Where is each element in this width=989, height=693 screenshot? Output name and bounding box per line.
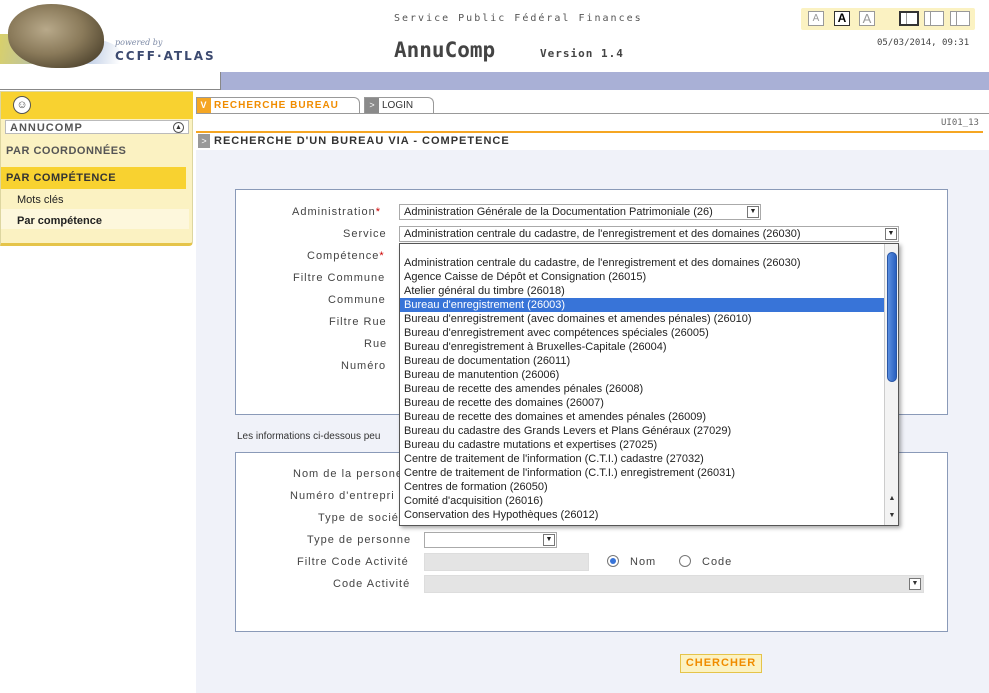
rue-label: Rue [364,338,388,350]
code-activite-select[interactable]: ▼ [424,575,924,593]
sidebar-section-title: ANNUCOMP [10,122,83,134]
sidebar-item-par-coordonnees[interactable]: PAR COORDONNÉES [6,145,126,157]
tab-label: LOGIN [382,100,414,111]
dropdown-option[interactable]: Agence Caisse de Dépôt et Consignation (… [400,270,884,284]
service-select[interactable]: Administration centrale du cadastre, de … [399,226,899,242]
dropdown-option[interactable]: Conservation des Hypothèques (26012) [400,508,884,522]
administration-select[interactable]: Administration Générale de la Documentat… [399,204,761,220]
dropdown-scrollbar[interactable]: ▲ ▼ [884,244,898,525]
page-code: UI01_13 [941,118,979,128]
commune-label: Commune [328,294,386,306]
service-value: Administration centrale du cadastre, de … [404,228,801,240]
nom-personne-label: Nom de la persone [293,468,403,480]
user-icon[interactable]: ☺ [13,96,31,114]
chevron-down-icon[interactable]: ▼ [747,206,759,218]
tab-chevron-icon: V [197,98,211,113]
org-name: CCFF·ATLAS [115,49,216,63]
numero-entreprise-label: Numéro d'entrepri [290,490,395,502]
tab-recherche-bureau[interactable]: V RECHERCHE BUREAU [196,97,360,113]
ccff-atlas-logo[interactable]: powered by CCFF·ATLAS [0,0,230,72]
title-arrow-icon: > [198,134,210,148]
dropdown-option[interactable]: Bureau d'enregistrement à Bruxelles-Capi… [400,340,884,354]
tab-divider [196,113,989,114]
sidebar-section-annucomp[interactable]: ANNUCOMP ▲ [5,120,189,134]
font-small-button[interactable]: A [808,11,824,26]
dropdown-option[interactable]: Bureau de recette des domaines et amende… [400,410,884,424]
font-medium-button[interactable]: A [834,11,850,26]
layout-narrow-icon[interactable] [899,11,919,26]
search-button[interactable]: CHERCHER [680,654,762,673]
dropdown-option[interactable]: Bureau d'enregistrement (avec domaines e… [400,312,884,326]
sidebar-user-bar: ☺ [1,92,193,119]
type-personne-label: Type de personne [307,534,412,546]
dropdown-option[interactable]: Bureau de documentation (26011) [400,354,884,368]
numero-label: Numéro [341,360,387,372]
filtre-commune-label: Filtre Commune [293,272,386,284]
dropdown-option[interactable]: Centres de formation (26050) [400,480,884,494]
chevron-down-icon[interactable]: ▼ [543,534,555,546]
chevron-down-icon[interactable]: ▼ [909,578,921,590]
title-rule [196,131,983,133]
dropdown-option[interactable]: Bureau d'enregistrement avec compétences… [400,326,884,340]
filtre-code-activite-input[interactable] [424,553,589,571]
layout-wide-icon[interactable] [950,11,970,26]
dropdown-option[interactable]: Bureau de recette des domaines (26007) [400,396,884,410]
dropdown-option[interactable]: Atelier général du timbre (26018) [400,284,884,298]
service-name: Service Public Fédéral Finances [394,13,643,24]
filtre-code-activite-label: Filtre Code Activité [297,556,409,568]
dropdown-option[interactable]: Bureau de recette des amendes pénales (2… [400,382,884,396]
scrollbar-thumb[interactable] [887,252,897,382]
type-societe-label: Type de socié [318,512,399,524]
administration-label: Administration* [292,206,381,218]
dropdown-option[interactable]: Administration centrale du cadastre, de … [400,256,884,270]
scroll-up-icon[interactable]: ▲ [886,493,898,505]
radio-nom[interactable] [607,555,619,567]
info-text: Les informations ci-dessous peu [237,431,381,442]
sidebar-subitem-mots-cles[interactable]: Mots clés [17,194,63,206]
radio-code-label: Code [702,556,733,568]
service-dropdown-list[interactable]: Administration centrale du cadastre, de … [399,243,899,526]
administration-value: Administration Générale de la Documentat… [404,206,713,218]
current-datetime: 05/03/2014, 09:31 [877,38,970,48]
dropdown-option[interactable]: Comité d'acquisition (26016) [400,494,884,508]
sidebar-subitem-par-competence[interactable]: Par compétence [17,215,102,227]
powered-by-label: powered by [115,38,163,47]
radio-code[interactable] [679,555,691,567]
dropdown-option[interactable]: Centre de traitement de l'information (C… [400,452,884,466]
dropdown-option[interactable]: Bureau du cadastre mutations et expertis… [400,438,884,452]
service-label: Service [343,228,387,240]
filtre-rue-label: Filtre Rue [329,316,387,328]
chevron-down-icon[interactable]: ▼ [885,228,897,240]
tab-label: RECHERCHE BUREAU [214,100,339,111]
collapse-up-icon[interactable]: ▲ [173,122,184,133]
type-personne-select[interactable]: ▼ [424,532,557,548]
display-toolbox: A A A [801,8,975,30]
dropdown-option-selected[interactable]: Bureau d'enregistrement (26003) [400,298,884,312]
top-bar-left-panel [0,72,221,90]
scroll-down-icon[interactable]: ▼ [886,510,898,522]
radio-nom-label: Nom [630,556,657,568]
sidebar-item-par-competence[interactable]: PAR COMPÉTENCE [1,167,186,189]
atlas-statue-icon [8,4,104,68]
app-title: AnnuComp [394,38,496,62]
layout-medium-icon[interactable] [924,11,944,26]
app-header: powered by CCFF·ATLAS Service Public Féd… [0,0,989,72]
tab-login[interactable]: > LOGIN [364,97,434,113]
page-title: RECHERCHE D'UN BUREAU VIA - COMPETENCE [214,135,510,147]
code-activite-label: Code Activité [333,578,411,590]
font-large-button[interactable]: A [859,11,875,26]
tab-arrow-icon: > [365,98,379,113]
competence-label: Compétence* [307,250,385,262]
sidebar: ☺ ANNUCOMP ▲ PAR COORDONNÉES PAR COMPÉTE… [0,91,193,246]
app-version: Version 1.4 [540,47,624,60]
dropdown-option[interactable]: Centre de traitement de l'information (C… [400,466,884,480]
dropdown-option[interactable]: Bureau de manutention (26006) [400,368,884,382]
dropdown-option[interactable]: Bureau du cadastre des Grands Levers et … [400,424,884,438]
